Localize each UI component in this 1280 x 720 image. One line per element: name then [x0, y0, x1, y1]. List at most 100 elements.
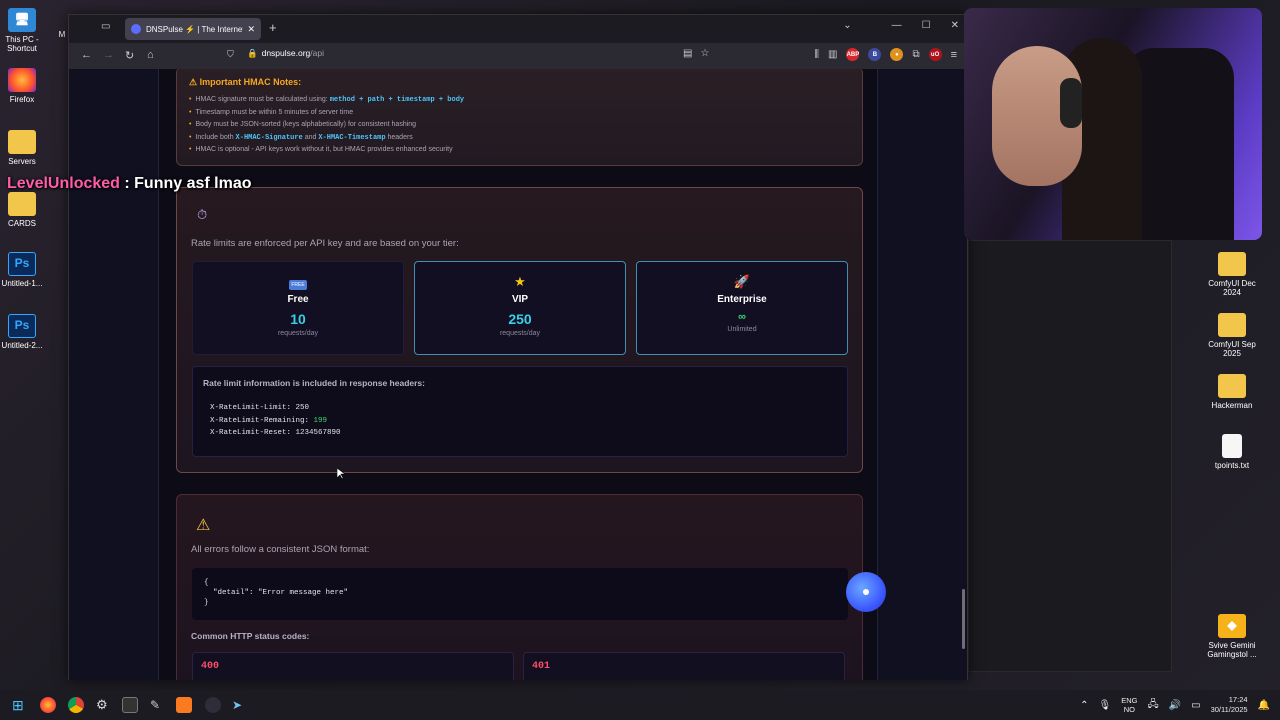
rate-limits-intro: Rate limits are enforced per API key and…	[191, 238, 459, 249]
pen-icon[interactable]: ✎	[150, 697, 166, 713]
maximize-icon[interactable]: ☐	[922, 20, 931, 31]
firefox-taskbar-icon[interactable]	[40, 697, 56, 713]
warning-icon: ⚠	[196, 517, 211, 534]
new-tab-icon[interactable]: +	[269, 20, 277, 35]
taskbar: ⊞ ⚙ ✎ ➤ ⌃ 🎙 ENG NO 🖧 🔊 ▭ 17:24 30/11/2025 …	[0, 690, 1280, 720]
send-icon[interactable]: ➤	[232, 697, 248, 713]
dnspulse-favicon-icon	[131, 24, 141, 34]
tab-dnspulse[interactable]: DNSPulse ⚡ | The Internet's Nerve ✕	[125, 18, 261, 40]
sidebar-icon[interactable]: ▥	[828, 49, 837, 60]
dot-icon	[863, 589, 869, 595]
vlc-taskbar-icon[interactable]	[176, 697, 192, 713]
hmac-notes-list: HMAC signature must be calculated using:…	[189, 94, 850, 157]
desktop-icon-untitled-1[interactable]: Ps Untitled-1...	[0, 252, 52, 288]
stream-chat-message: LevelUnlocked : Funny asf lmao	[7, 175, 252, 192]
settings-gear-icon[interactable]: ⚙	[96, 697, 112, 713]
ublock-extension-icon[interactable]: uO	[928, 48, 942, 61]
desktop-icon-comfyui-sep[interactable]: ComfyUI Sep 2025	[1202, 313, 1262, 358]
stopwatch-icon: ⏱	[197, 207, 208, 222]
desktop-icon-this-pc[interactable]: 🖥 This PC - Shortcut	[0, 8, 52, 53]
home-icon[interactable]: ⌂	[147, 49, 154, 61]
lock-icon: 🔒	[247, 48, 258, 58]
desktop-icon-untitled-2[interactable]: Ps Untitled-2...	[0, 314, 52, 350]
tab-list-icon[interactable]: ▭	[101, 21, 110, 32]
rate-limit-headers-code: X-RateLimit-Limit: 250 X-RateLimit-Remai…	[210, 404, 341, 437]
folder-icon	[1218, 313, 1246, 337]
psd-icon: Ps	[8, 314, 36, 338]
url-actions: ▤ ☆	[683, 48, 709, 59]
bookmark-star-icon[interactable]: ☆	[700, 48, 709, 59]
language-indicator[interactable]: ENG NO	[1121, 696, 1137, 714]
obs-taskbar-icon[interactable]	[205, 697, 221, 713]
network-icon[interactable]: 🖧	[1148, 697, 1159, 714]
desktop-icon-comfyui-dec[interactable]: ComfyUI Dec 2024	[1202, 252, 1262, 297]
notification-icon[interactable]: 🔔	[1258, 700, 1270, 711]
list-item: Include both X-HMAC-Signature and X-HMAC…	[189, 132, 850, 145]
url-bar[interactable]: 🔒 dnspulse.org/api	[247, 48, 324, 59]
folder-icon	[8, 130, 36, 154]
tier-card-vip: ★ VIP 250 requests/day	[414, 261, 626, 355]
terminal-icon[interactable]	[122, 697, 138, 713]
folder-icon	[1218, 252, 1246, 276]
headphones	[1060, 78, 1082, 128]
mouse-cursor-icon	[337, 468, 345, 480]
tab-bar: ▭ DNSPulse ⚡ | The Internet's Nerve ✕ + …	[69, 15, 967, 43]
rate-limits-card: ⏱ Rate limits are enforced per API key a…	[176, 187, 863, 473]
list-item: HMAC signature must be calculated using:…	[189, 94, 850, 107]
gemini-icon: ◆	[1218, 614, 1246, 638]
minimize-icon[interactable]: —	[892, 20, 902, 31]
desktop-icon-tpoints[interactable]: tpoints.txt	[1202, 434, 1262, 470]
back-icon[interactable]: ←	[81, 49, 92, 61]
desktop-icon-gemini[interactable]: ◆ Svive Gemini Gamingstol ...	[1202, 614, 1262, 659]
close-window-icon[interactable]: ✕	[951, 20, 959, 31]
page-viewport: ⚠ Important HMAC Notes: HMAC signature m…	[69, 69, 967, 680]
toolbar-extensions: ⫼ ▥ ABP B ● ⧉ uO ≡	[814, 48, 957, 61]
floating-chat-button[interactable]	[846, 572, 886, 612]
volume-icon[interactable]: 🔊	[1169, 700, 1181, 711]
tier-card-free: FREE Free 10 requests/day	[192, 261, 404, 355]
desktop-icon-servers[interactable]: Servers	[0, 130, 52, 166]
chrome-taskbar-icon[interactable]	[68, 697, 84, 713]
bitwarden-extension-icon[interactable]: B	[868, 48, 882, 61]
background-window	[968, 240, 1172, 672]
errors-intro: All errors follow a consistent JSON form…	[191, 544, 370, 555]
free-badge-icon: FREE	[289, 280, 307, 290]
errors-card: ⚠ All errors follow a consistent JSON fo…	[176, 494, 863, 680]
desktop-icon-cards[interactable]: CARDS	[0, 192, 52, 228]
page-scrollbar[interactable]	[962, 589, 965, 649]
shield-icon[interactable]: ⛉	[227, 49, 234, 60]
error-json-example: { "detail": "Error message here" }	[192, 568, 848, 620]
windows-start-icon[interactable]: ⊞	[12, 697, 28, 713]
reload-icon[interactable]: ↻	[125, 49, 134, 62]
orange-extension-icon[interactable]: ●	[890, 48, 904, 61]
microphone-icon[interactable]: 🎙	[1099, 700, 1112, 711]
desktop-icon-hackerman[interactable]: Hackerman	[1202, 374, 1262, 410]
status-code-400: 400	[192, 652, 514, 680]
forward-icon[interactable]: →	[103, 49, 114, 61]
chevron-down-icon[interactable]: ⌄	[843, 20, 851, 31]
system-tray: ⌃ 🎙 ENG NO 🖧 🔊 ▭ 17:24 30/11/2025 🔔	[1080, 695, 1270, 715]
list-item: Body must be JSON-sorted (keys alphabeti…	[189, 119, 850, 132]
library-icon[interactable]: ⫼	[814, 49, 819, 60]
adblock-extension-icon[interactable]: ABP	[846, 48, 860, 61]
rocket-icon: 🚀	[733, 274, 751, 289]
desktop-icon-firefox[interactable]: Firefox	[0, 68, 52, 104]
reader-view-icon[interactable]: ▤	[683, 48, 692, 59]
hmac-notes-card: ⚠ Important HMAC Notes: HMAC signature m…	[176, 69, 863, 166]
list-item: HMAC is optional - API keys work without…	[189, 144, 850, 157]
folder-icon	[8, 192, 36, 216]
firefox-icon	[8, 68, 36, 92]
menu-icon[interactable]: ≡	[951, 49, 957, 61]
star-icon: ★	[514, 274, 526, 289]
taskbar-clock[interactable]: 17:24 30/11/2025	[1211, 695, 1248, 715]
close-tab-icon[interactable]: ✕	[247, 24, 255, 35]
warning-icon: ⚠	[189, 77, 198, 87]
list-item: Timestamp must be within 5 minutes of se…	[189, 107, 850, 120]
chevron-up-icon[interactable]: ⌃	[1080, 700, 1088, 711]
hmac-notes-title: ⚠ Important HMAC Notes:	[189, 77, 302, 87]
browser-window: ▭ DNSPulse ⚡ | The Internet's Nerve ✕ + …	[68, 14, 968, 680]
battery-icon[interactable]: ▭	[1191, 700, 1200, 711]
extensions-puzzle-icon[interactable]: ⧉	[912, 49, 919, 60]
page-left-gutter	[69, 69, 159, 680]
text-file-icon	[1222, 434, 1242, 458]
